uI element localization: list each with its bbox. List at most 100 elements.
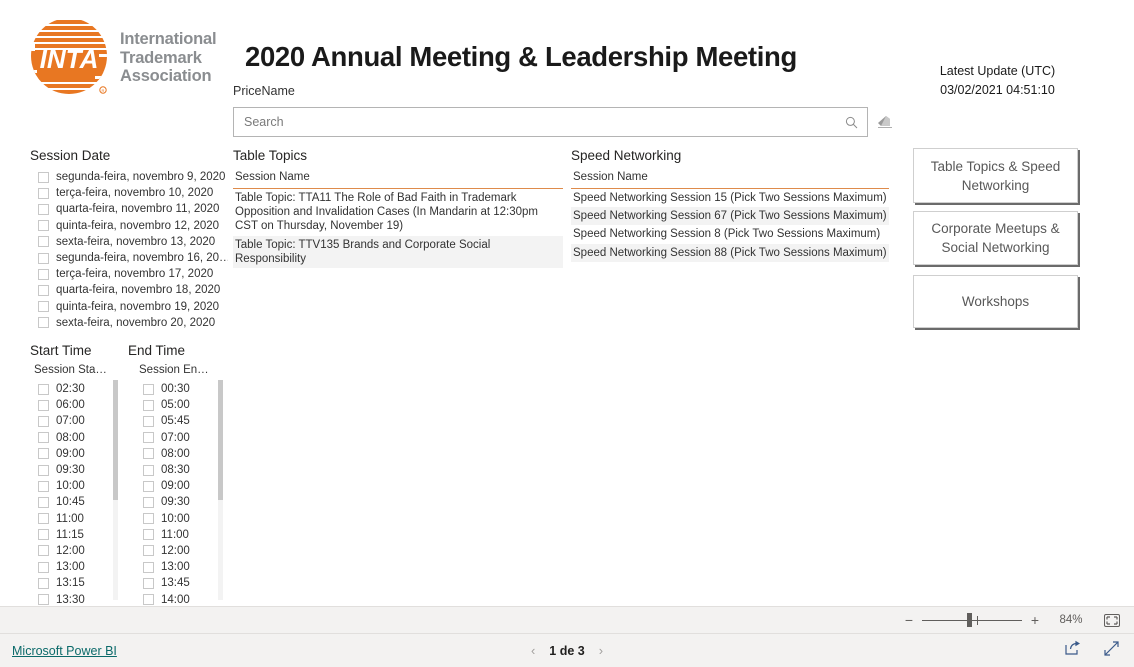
- pricename-search-box[interactable]: [233, 107, 868, 137]
- checkbox-icon[interactable]: [38, 464, 49, 476]
- checkbox-icon[interactable]: [38, 252, 49, 264]
- checkbox-icon[interactable]: [38, 496, 49, 508]
- start-time-item[interactable]: 09:00: [38, 446, 104, 462]
- speed-networking-row[interactable]: Speed Networking Session 88 (Pick Two Se…: [571, 243, 889, 262]
- speed-networking-row[interactable]: Speed Networking Session 8 (Pick Two Ses…: [571, 225, 889, 243]
- checkbox-icon[interactable]: [38, 594, 49, 606]
- zoom-out-button[interactable]: −: [902, 613, 916, 627]
- fullscreen-icon[interactable]: [1103, 640, 1120, 662]
- checkbox-icon[interactable]: [38, 187, 49, 199]
- next-page-button[interactable]: ›: [599, 643, 603, 658]
- checkbox-icon[interactable]: [38, 415, 49, 427]
- checkbox-icon[interactable]: [38, 577, 49, 589]
- checkbox-icon[interactable]: [38, 268, 49, 280]
- checkbox-icon[interactable]: [38, 561, 49, 573]
- checkbox-icon[interactable]: [38, 448, 49, 460]
- start-time-item[interactable]: 09:30: [38, 462, 104, 478]
- end-time-item[interactable]: 08:30: [143, 462, 209, 478]
- checkbox-icon[interactable]: [143, 432, 154, 444]
- zoom-in-button[interactable]: +: [1028, 613, 1042, 627]
- session-date-item[interactable]: terça-feira, novembro 10, 2020: [38, 185, 228, 201]
- checkbox-icon[interactable]: [38, 220, 49, 232]
- table-topics-row[interactable]: Table Topic: TTA11 The Role of Bad Faith…: [233, 189, 563, 236]
- checkbox-icon[interactable]: [38, 545, 49, 557]
- start-time-item[interactable]: 12:00: [38, 543, 104, 559]
- session-date-item[interactable]: sexta-feira, novembro 13, 2020: [38, 234, 228, 250]
- speed-networking-row[interactable]: Speed Networking Session 15 (Pick Two Se…: [571, 189, 889, 207]
- zoom-slider-thumb[interactable]: [967, 613, 972, 627]
- start-time-item[interactable]: 07:00: [38, 413, 104, 429]
- session-date-item[interactable]: segunda-feira, novembro 9, 2020: [38, 169, 228, 185]
- checkbox-icon[interactable]: [38, 236, 49, 248]
- end-time-item[interactable]: 09:30: [143, 494, 209, 510]
- end-time-item[interactable]: 05:45: [143, 413, 209, 429]
- checkbox-icon[interactable]: [143, 464, 154, 476]
- search-icon[interactable]: [845, 116, 867, 129]
- session-date-item[interactable]: quarta-feira, novembro 11, 2020: [38, 201, 228, 217]
- start-time-item[interactable]: 11:00: [38, 511, 104, 527]
- checkbox-icon[interactable]: [38, 383, 49, 395]
- checkbox-icon[interactable]: [143, 415, 154, 427]
- end-time-item[interactable]: 00:30: [143, 381, 209, 397]
- search-input[interactable]: [234, 115, 845, 129]
- checkbox-icon[interactable]: [143, 448, 154, 460]
- nav-button-workshops[interactable]: Workshops: [913, 275, 1078, 328]
- session-date-slicer[interactable]: segunda-feira, novembro 9, 2020 terça-fei…: [38, 169, 228, 331]
- start-time-item[interactable]: 11:15: [38, 527, 104, 543]
- checkbox-icon[interactable]: [38, 203, 49, 215]
- checkbox-icon[interactable]: [143, 480, 154, 492]
- table-topics-row[interactable]: Table Topic: TTV135 Brands and Corporate…: [233, 235, 563, 269]
- end-time-item[interactable]: 05:00: [143, 397, 209, 413]
- end-time-item[interactable]: 10:00: [143, 511, 209, 527]
- end-time-scrollbar-thumb[interactable]: [218, 380, 223, 500]
- checkbox-icon[interactable]: [143, 561, 154, 573]
- checkbox-icon[interactable]: [143, 529, 154, 541]
- nav-button-table-topics-speed-networking[interactable]: Table Topics & Speed Networking: [913, 148, 1078, 203]
- checkbox-icon[interactable]: [143, 594, 154, 606]
- end-time-slicer[interactable]: 00:30 05:00 05:45 07:00 08:00 08:30 09:00 09:30…: [143, 381, 209, 608]
- session-date-item[interactable]: quarta-feira, novembro 18, 2020: [38, 282, 228, 298]
- checkbox-icon[interactable]: [38, 317, 49, 329]
- session-date-item[interactable]: segunda-feira, novembro 16, 20…: [38, 250, 228, 266]
- nav-button-corporate-meetups-social-networking[interactable]: Corporate Meetups & Social Networking: [913, 211, 1078, 265]
- fit-to-page-icon[interactable]: [1104, 613, 1120, 627]
- checkbox-icon[interactable]: [143, 545, 154, 557]
- share-icon[interactable]: [1064, 640, 1081, 661]
- table-topics-table[interactable]: Session Name Table Topic: TTA11 The Role…: [233, 168, 563, 269]
- speed-networking-row[interactable]: Speed Networking Session 67 (Pick Two Se…: [571, 207, 889, 226]
- checkbox-icon[interactable]: [143, 383, 154, 395]
- checkbox-icon[interactable]: [38, 529, 49, 541]
- checkbox-icon[interactable]: [143, 399, 154, 411]
- start-time-item[interactable]: 13:15: [38, 575, 104, 591]
- end-time-item[interactable]: 12:00: [143, 543, 209, 559]
- end-time-item[interactable]: 08:00: [143, 446, 209, 462]
- end-time-item[interactable]: 11:00: [143, 527, 209, 543]
- start-time-item[interactable]: 10:00: [38, 478, 104, 494]
- checkbox-icon[interactable]: [38, 513, 49, 525]
- checkbox-icon[interactable]: [143, 577, 154, 589]
- end-time-item[interactable]: 09:00: [143, 478, 209, 494]
- eraser-icon[interactable]: [875, 112, 895, 132]
- zoom-slider[interactable]: [922, 612, 1022, 628]
- start-time-item[interactable]: 08:00: [38, 430, 104, 446]
- start-time-item[interactable]: 10:45: [38, 494, 104, 510]
- start-time-item[interactable]: 13:00: [38, 559, 104, 575]
- checkbox-icon[interactable]: [143, 496, 154, 508]
- checkbox-icon[interactable]: [143, 513, 154, 525]
- previous-page-button[interactable]: ‹: [531, 643, 535, 658]
- checkbox-icon[interactable]: [38, 432, 49, 444]
- speed-networking-table[interactable]: Session Name Speed Networking Session 15…: [571, 168, 889, 262]
- session-date-item[interactable]: quinta-feira, novembro 12, 2020: [38, 218, 228, 234]
- checkbox-icon[interactable]: [38, 480, 49, 492]
- end-time-item[interactable]: 13:00: [143, 559, 209, 575]
- session-date-item[interactable]: quinta-feira, novembro 19, 2020: [38, 299, 228, 315]
- end-time-item[interactable]: 07:00: [143, 430, 209, 446]
- start-time-item[interactable]: 06:00: [38, 397, 104, 413]
- checkbox-icon[interactable]: [38, 301, 49, 313]
- end-time-item[interactable]: 13:45: [143, 575, 209, 591]
- checkbox-icon[interactable]: [38, 171, 49, 183]
- start-time-item[interactable]: 02:30: [38, 381, 104, 397]
- session-date-item[interactable]: terça-feira, novembro 17, 2020: [38, 266, 228, 282]
- start-time-slicer[interactable]: 02:30 06:00 07:00 08:00 09:00 09:30 10:00 10:45…: [38, 381, 104, 608]
- session-date-item[interactable]: sexta-feira, novembro 20, 2020: [38, 315, 228, 331]
